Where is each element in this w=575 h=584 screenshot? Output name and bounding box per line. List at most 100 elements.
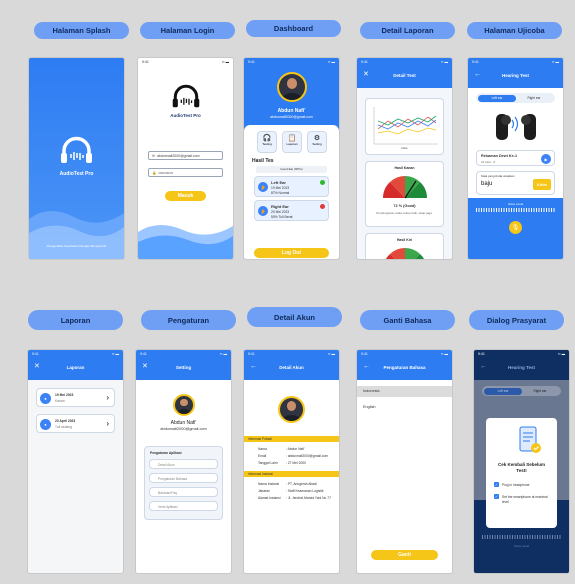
email-field[interactable]: ✉ abdunnafi2000@gmail.com (148, 151, 223, 160)
chevron-right-icon: › (106, 419, 109, 428)
settings-item-bahasa[interactable]: Pengaturan Bahasa (149, 473, 218, 483)
prerequisite-dialog: Cek Kembali Sebelum Test! ✓ Plug in head… (486, 418, 557, 528)
user-name: Abdun Nafi' (277, 108, 306, 114)
gear-icon: ⚙ (313, 135, 321, 142)
status-bar: 9:41 ▪▪ ▬ (142, 59, 229, 64)
content-panel: 🎧 Testing 📋 Laporan ⚙ Setting Hasil Tes … (244, 125, 339, 259)
detail-laporan-screen: 9:41 ▪▪ ▬ ✕ Detail Test Date Hasil Kanan … (357, 58, 452, 259)
label-login: Halaman Login (140, 22, 235, 39)
result-card-right[interactable]: 👂 Right Ear 20 Mei 2023 50% Tuli Berat (254, 200, 329, 221)
avatar (173, 394, 195, 416)
axis-label: Date (401, 146, 408, 150)
menu-testing[interactable]: 🎧 Testing (257, 131, 277, 153)
label-detail-laporan: Detail Laporan (360, 22, 455, 39)
settings-item-versi[interactable]: Versi Aplikasi (149, 501, 218, 511)
checkbox-volume[interactable]: ✓ (494, 494, 499, 499)
ear-tabs: Left ear Right ear (482, 386, 561, 396)
language-option-indonesia[interactable]: Indonesia (357, 386, 452, 397)
status-bar: 9:41 ▪▪ ▬ (361, 351, 448, 356)
volume-bar (482, 535, 561, 539)
language-option-english[interactable]: English (357, 402, 452, 413)
login-button[interactable]: Masuk (165, 191, 206, 201)
user-name: Abdun Nafi' (170, 420, 197, 426)
filter-dropdown[interactable]: Good Ear (RPG) (256, 166, 327, 173)
user-icon: ● (40, 419, 51, 430)
send-button[interactable]: Kirim (533, 179, 551, 190)
page-title: Setting (175, 365, 192, 370)
tab-left-ear[interactable]: Left ear (478, 94, 516, 102)
wave-decoration (29, 210, 124, 259)
tab-right-ear[interactable]: Right ear (515, 95, 553, 102)
status-bar: 9:41 ▪▪ ▬ (140, 351, 227, 356)
status-dot-good (320, 180, 325, 185)
label-dashboard: Dashboard (246, 20, 341, 37)
report-item[interactable]: ● 20 April 2023 Tuli sedang › (36, 414, 115, 433)
detail-akun-screen: 9:41 ▪▪ ▬ ← Detail Akun Informasi Pribadi… (244, 350, 339, 573)
settings-item-detail-akun[interactable]: Detail Akun (149, 459, 218, 469)
splash-footer: Pengecekan Kesehatan Dengan Menyeluruh (46, 244, 107, 248)
menu-setting[interactable]: ⚙ Setting (307, 131, 327, 153)
ear-tabs: Left ear Right ear (476, 93, 555, 103)
result-card-left[interactable]: 👂 Left Ear 19 Mei 2023 87% Normal (254, 176, 329, 197)
label-detail-akun: Detail Akun (247, 307, 342, 327)
laporan-screen: 9:41 ▪▪ ▬ ✕ Laporan ● 19 Mei 2023 Kanan ›… (28, 350, 123, 573)
settings-item-faq[interactable]: Bantuan/Faq (149, 487, 218, 497)
brand-name: AudioTest Pro (59, 171, 94, 177)
page-title: Detail Test (393, 73, 416, 78)
ganti-bahasa-screen: 9:41 ▪▪ ▬ ← Pengaturan Bahasa Indonesia E… (357, 350, 452, 573)
dialog-screen: 9:41 ▪▪ ▬ ← Hearing Test Left ear Right e… (474, 350, 569, 573)
headphone-icon: 🎧 (262, 135, 272, 142)
headphone-logo-icon (172, 84, 200, 108)
page-title: Hearing Test (502, 73, 529, 78)
avatar (278, 396, 305, 423)
checklist-illustration-icon (519, 426, 541, 453)
label-ujicoba: Halaman Ujicoba (467, 22, 562, 39)
label-pengaturan: Pengaturan (141, 310, 236, 330)
brand-name: AudioTest Pro (170, 113, 201, 118)
settings-panel: Pengaturan Aplikasi Detail Akun Pengatur… (144, 446, 223, 520)
chevron-right-icon: › (106, 393, 109, 402)
section-personal: Informasi Pribadi (244, 436, 339, 442)
content-panel: Left ear Right ear Rekaman Dewi Ke-1 20 … (468, 88, 563, 198)
gauge-card-left: Hasil Kiri (365, 233, 444, 259)
line-chart-card: Date (365, 98, 444, 155)
score-note: Pendengaran anda cukup baik, tetap jaga. (376, 211, 433, 215)
gauge-card-right: Hasil Kanan 72 % (Good) Pendengaran anda… (365, 161, 444, 227)
logout-button[interactable]: Log Out (254, 248, 329, 258)
label-dialog: Dialog Prasyarat (469, 310, 564, 330)
status-bar: 9:41 ▪▪ ▬ (472, 59, 559, 64)
status-bar: 9:41 ▪▪ ▬ (248, 59, 335, 64)
clipboard-icon: 📋 (287, 135, 297, 142)
volume-label: Voice Level (513, 544, 530, 548)
checkbox-headphone[interactable]: ✓ (494, 482, 499, 487)
earbuds-icon (496, 114, 536, 140)
label-laporan: Laporan (28, 310, 123, 330)
answer-input[interactable]: baju (481, 181, 492, 187)
password-field[interactable]: 🔒 •••••••••••• (148, 168, 223, 177)
ujicoba-screen: 9:41 ▪▪ ▬ ← Hearing Test Left ear Right e… (468, 58, 563, 259)
report-item[interactable]: ● 19 Mei 2023 Kanan › (36, 388, 115, 407)
wave-decoration (138, 224, 233, 259)
status-dot-bad (320, 204, 325, 209)
user-email: abdunnafi2000@gmail.com (270, 115, 313, 119)
label-ganti-bahasa: Ganti Bahasa (360, 310, 455, 330)
volume-bar (476, 208, 555, 212)
ear-icon: 👂 (258, 206, 268, 216)
recording-card[interactable]: Rekaman Dewi Ke-1 20 kata - 8 ▶ (476, 150, 555, 166)
play-icon[interactable]: ▶ (541, 154, 551, 164)
menu-laporan[interactable]: 📋 Laporan (282, 131, 302, 153)
answer-card: Kata yang Anda ucapkan baju Kirim (476, 171, 555, 195)
label-splash: Halaman Splash (34, 22, 129, 39)
pengaturan-screen: 9:41 ▪▪ ▬ ✕ Setting Abdun Nafi' abdunnafi… (136, 350, 231, 573)
page-title: Detail Akun (279, 365, 304, 370)
microphone-button[interactable]: 🎙 (509, 221, 522, 234)
status-bar: 9:41 ▪▪ ▬ (361, 59, 448, 64)
gauge-chart (383, 176, 427, 199)
status-bar: 9:41 ▪▪ ▬ (32, 351, 119, 356)
headphone-logo-icon (61, 136, 92, 163)
change-language-button[interactable]: Ganti (371, 550, 438, 560)
dialog-heading: Cek Kembali Sebelum Test! (497, 462, 546, 473)
page-title: Laporan (66, 365, 85, 370)
ear-icon: 👂 (258, 182, 268, 192)
user-email: abdunnafi2000@gmail.com (160, 427, 207, 431)
